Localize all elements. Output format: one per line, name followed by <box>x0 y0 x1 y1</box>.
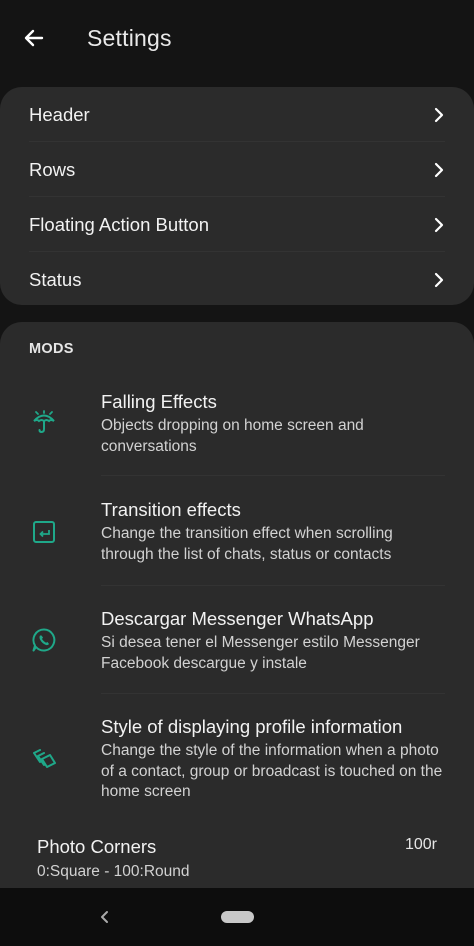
photo-corners-subtitle: 0:Square - 100:Round <box>37 863 190 880</box>
settings-item-label: Status <box>29 269 82 290</box>
chevron-right-icon <box>434 272 444 288</box>
mod-title: Descargar Messenger WhatsApp <box>101 608 374 629</box>
back-button[interactable] <box>18 22 50 54</box>
settings-card: Header Rows Floating Action Button Statu… <box>0 87 474 305</box>
photo-corners-setting[interactable]: Photo Corners 0:Square - 100:Round 100r <box>0 828 474 888</box>
settings-item-header[interactable]: Header <box>0 87 474 142</box>
mod-item-transition-effects[interactable]: Transition effects Change the transition… <box>0 476 474 586</box>
mod-description: Change the transition effect when scroll… <box>101 525 393 563</box>
settings-item-label: Rows <box>29 159 76 180</box>
arrow-left-icon <box>24 29 44 47</box>
settings-item-floating-action-button[interactable]: Floating Action Button <box>0 197 474 252</box>
chevron-right-icon <box>434 107 444 123</box>
mod-title: Style of displaying profile information <box>101 716 403 737</box>
photo-corners-title: Photo Corners <box>37 836 157 857</box>
mod-item-descargar-messenger[interactable]: Descargar Messenger WhatsApp Si desea te… <box>0 586 474 694</box>
app-bar: Settings <box>0 0 474 80</box>
mod-description: Change the style of the information when… <box>101 742 443 800</box>
nav-home-pill[interactable] <box>221 911 254 923</box>
chevron-right-icon <box>434 162 444 178</box>
nav-back-icon[interactable] <box>97 908 113 926</box>
whatsapp-icon <box>32 628 56 652</box>
layers-icon <box>33 749 56 768</box>
transition-icon <box>33 521 55 543</box>
settings-item-label: Floating Action Button <box>29 214 209 235</box>
settings-item-label: Header <box>29 104 90 125</box>
mod-item-profile-info-style[interactable]: Style of displaying profile information … <box>0 694 474 822</box>
mod-description: Objects dropping on home screen and conv… <box>101 417 364 455</box>
settings-item-status[interactable]: Status <box>0 252 474 307</box>
section-title-mods: MODS <box>29 341 74 357</box>
mod-item-falling-effects[interactable]: Falling Effects Objects dropping on home… <box>0 378 474 476</box>
photo-corners-value: 100r <box>404 836 437 853</box>
settings-item-rows[interactable]: Rows <box>0 142 474 197</box>
mod-title: Transition effects <box>101 499 241 520</box>
page-title: Settings <box>87 25 172 51</box>
mod-description: Si desea tener el Messenger estilo Messe… <box>101 634 420 672</box>
umbrella-icon <box>33 410 55 434</box>
chevron-right-icon <box>434 217 444 233</box>
mod-title: Falling Effects <box>101 391 217 412</box>
